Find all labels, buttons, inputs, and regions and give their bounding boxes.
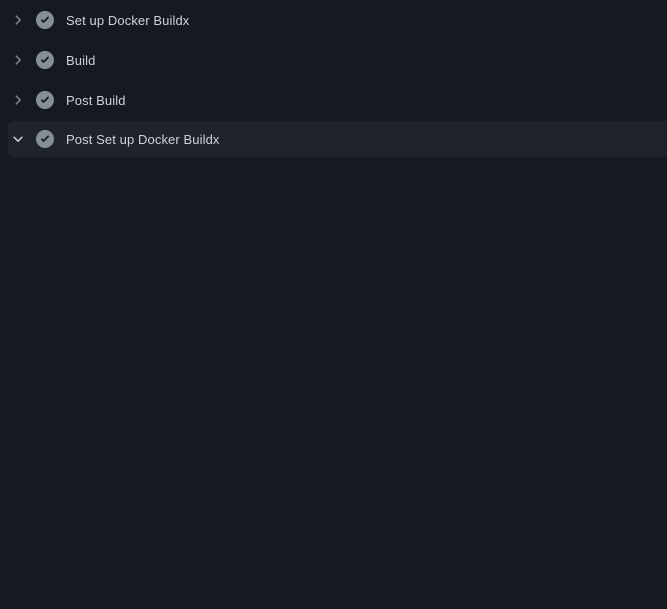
log-line: 13time="2021-04-23T18:02:38Z" level=debu… bbox=[0, 429, 667, 449]
chevron-down-icon bbox=[11, 132, 25, 146]
log-line: 6time="2021-04-23T18:02:37Z" level=info … bbox=[0, 269, 667, 289]
step-header-post-build[interactable]: Post Build bbox=[0, 80, 667, 120]
step-header-post-set-up-docker-buildx[interactable]: Post Set up Docker Buildx bbox=[8, 121, 667, 157]
workflow-log-viewer: Set up Docker Buildx Build bbox=[0, 0, 667, 609]
log-line: 7time="2021-04-23T18:02:37Z" level=warni… bbox=[0, 309, 667, 329]
log-line: 9time="2021-04-23T18:02:37Z" level=warni… bbox=[0, 349, 667, 369]
log-line: 20time="2021-04-23T18:02:38Z" level=debu… bbox=[0, 589, 667, 609]
log-line: 1Post job cleanup. bbox=[0, 169, 667, 189]
chevron-right-icon bbox=[11, 13, 25, 27]
log-line: 12time="2021-04-23T18:02:38Z" level=debu… bbox=[0, 409, 667, 429]
log-line: 17time="2021-04-23T18:02:38Z" level=debu… bbox=[0, 509, 667, 529]
log-line: 14time="2021-04-23T18:02:38Z" level=debu… bbox=[0, 449, 667, 469]
log-line: 18time="2021-04-23T18:02:38Z" level=debu… bbox=[0, 529, 667, 549]
log-line: 11time="2021-04-23T18:02:38Z" level=debu… bbox=[0, 389, 667, 409]
step-header-set-up-docker-buildx[interactable]: Set up Docker Buildx bbox=[0, 0, 667, 40]
log-line: 4time="2021-04-23T18:02:37Z" level=info … bbox=[0, 229, 667, 249]
check-circle-icon bbox=[36, 51, 54, 69]
log-line: 5time="2021-04-23T18:02:37Z" level=warni… bbox=[0, 249, 667, 269]
step-label: Build bbox=[66, 53, 95, 68]
step-label: Set up Docker Buildx bbox=[66, 13, 189, 28]
chevron-right-icon bbox=[11, 93, 25, 107]
step-label: Post Set up Docker Buildx bbox=[66, 132, 220, 147]
step-header-build[interactable]: Build bbox=[0, 40, 667, 80]
log-line: 10time="2021-04-23T18:02:37Z" level=info… bbox=[0, 369, 667, 389]
log-line: 8time="2021-04-23T18:02:37Z" level=info … bbox=[0, 329, 667, 349]
log-line: 16time="2021-04-23T18:02:38Z" level=debu… bbox=[0, 489, 667, 509]
log-line: linux/riscv64 linux/ppc64le linux/s390x … bbox=[0, 289, 667, 309]
chevron-right-icon bbox=[11, 53, 25, 67]
log-area: 1Post job cleanup. 2▼BuildKit container … bbox=[0, 160, 667, 609]
check-circle-icon bbox=[36, 11, 54, 29]
log-line: 19time="2021-04-23T18:02:38Z" level=debu… bbox=[0, 549, 667, 569]
log-line: 2▼BuildKit container logs bbox=[0, 189, 667, 209]
check-circle-icon bbox=[36, 91, 54, 109]
check-circle-icon bbox=[36, 130, 54, 148]
step-label: Post Build bbox=[66, 93, 126, 108]
log-line: 3/usr/bin/docker logs buildx_buildkit_bu… bbox=[0, 209, 667, 229]
log-line: application/vnd.oci.image.index.v1+json,… bbox=[0, 569, 667, 589]
steps-list: Set up Docker Buildx Build bbox=[0, 0, 667, 157]
log-line: 15time="2021-04-23T18:02:38Z" level=debu… bbox=[0, 469, 667, 489]
